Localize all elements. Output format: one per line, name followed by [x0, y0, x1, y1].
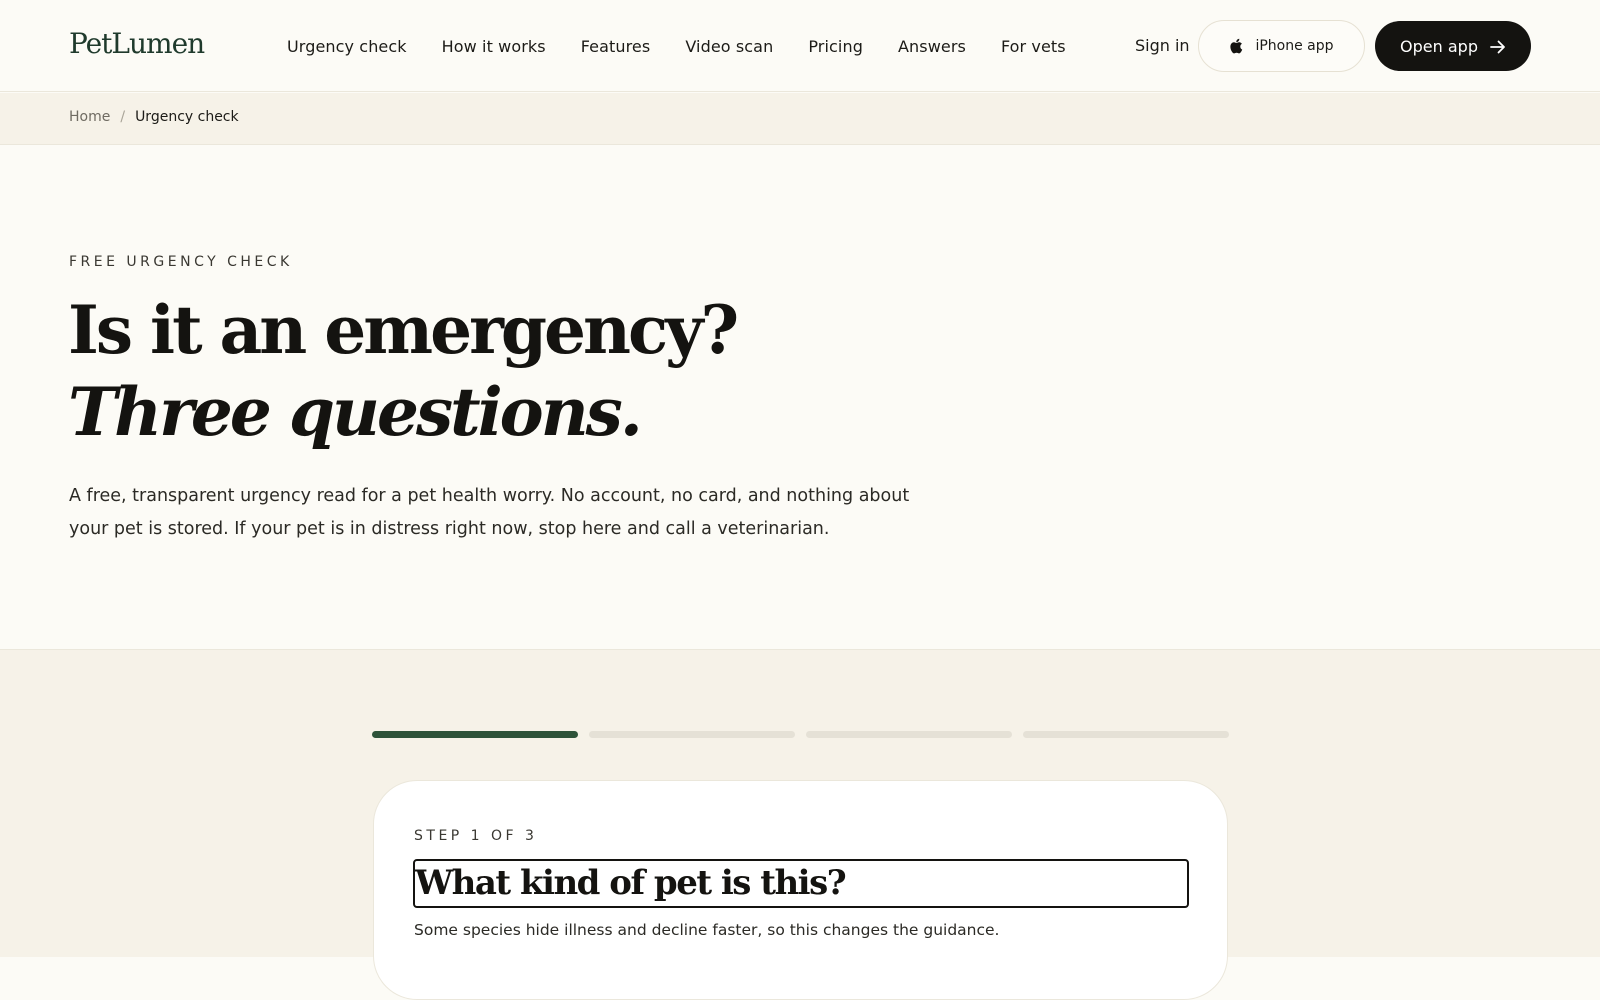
- apple-icon: [1229, 38, 1243, 54]
- nav-answers[interactable]: Answers: [898, 37, 966, 56]
- open-app-label: Open app: [1400, 36, 1478, 56]
- progress-segment-2: [589, 731, 795, 738]
- nav-video-scan[interactable]: Video scan: [685, 37, 773, 56]
- progress-segment-3: [806, 731, 1012, 738]
- progress-bar: [372, 731, 1229, 739]
- breadcrumb-bar: Home / Urgency check: [0, 93, 1600, 145]
- nav-urgency-check[interactable]: Urgency check: [287, 37, 407, 56]
- nav-features[interactable]: Features: [581, 37, 651, 56]
- breadcrumb-home[interactable]: Home: [69, 109, 110, 125]
- question-title: What kind of pet is this?: [413, 859, 1189, 908]
- iphone-app-button[interactable]: iPhone app: [1198, 20, 1365, 72]
- hero-eyebrow: FREE URGENCY CHECK: [69, 254, 293, 270]
- site-header: PetLumen Urgency check How it works Feat…: [0, 0, 1600, 92]
- hero-title: Is it an emergency? Three questions.: [68, 289, 739, 453]
- iphone-app-label: iPhone app: [1255, 38, 1334, 54]
- breadcrumb-separator: /: [120, 109, 126, 125]
- breadcrumb: Home / Urgency check: [69, 109, 239, 125]
- main-nav: Urgency check How it works Features Vide…: [287, 0, 1066, 92]
- hero-title-line-2: Three questions.: [68, 373, 643, 451]
- nav-how-it-works[interactable]: How it works: [442, 37, 546, 56]
- progress-segment-1: [372, 731, 578, 738]
- hero-description: A free, transparent urgency read for a p…: [69, 486, 910, 539]
- quiz-card: STEP 1 OF 3 What kind of pet is this? So…: [373, 780, 1228, 1000]
- logo[interactable]: PetLumen: [69, 27, 205, 60]
- arrow-right-icon: [1490, 39, 1506, 54]
- nav-pricing[interactable]: Pricing: [808, 37, 863, 56]
- question-help-text: Some species hide illness and decline fa…: [414, 921, 1000, 939]
- quiz-section: STEP 1 OF 3 What kind of pet is this? So…: [0, 649, 1600, 1000]
- breadcrumb-current: Urgency check: [135, 109, 239, 125]
- sign-in-link[interactable]: Sign in: [1135, 36, 1190, 55]
- hero-section: FREE URGENCY CHECK Is it an emergency? T…: [0, 146, 1600, 649]
- step-label: STEP 1 OF 3: [414, 828, 538, 844]
- open-app-button[interactable]: Open app: [1375, 21, 1531, 71]
- hero-title-line-1: Is it an emergency?: [68, 291, 739, 369]
- nav-for-vets[interactable]: For vets: [1001, 37, 1066, 56]
- progress-segment-4: [1023, 731, 1229, 738]
